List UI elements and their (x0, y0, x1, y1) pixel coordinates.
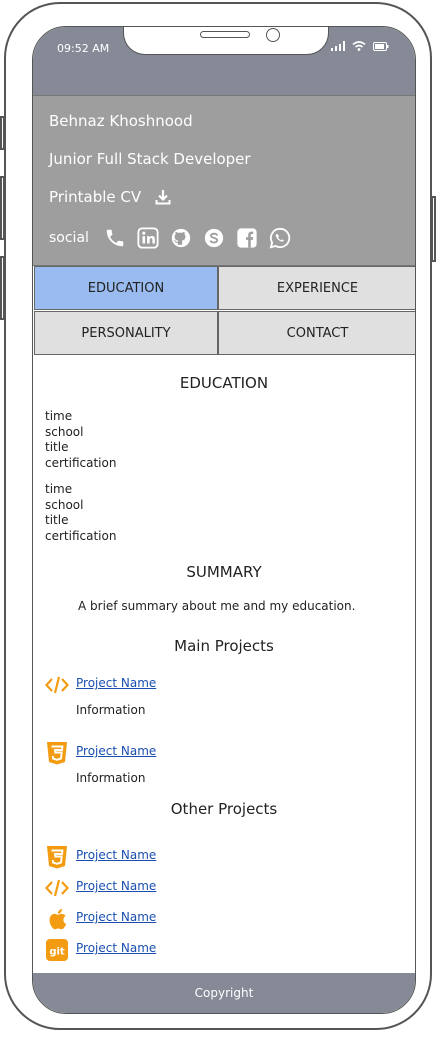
entry-school: school (45, 424, 84, 439)
status-time: 09:52 AM (57, 42, 110, 55)
status-bar: 09:52 AM (33, 27, 415, 95)
phone-icon[interactable] (103, 226, 127, 250)
project-info: Information (76, 703, 146, 717)
printable-cv-link[interactable]: Printable CV (49, 188, 171, 206)
entry-title: title (45, 440, 69, 454)
git-icon: git (45, 938, 69, 962)
github-icon[interactable] (169, 226, 193, 250)
project-link[interactable]: Project Name (76, 744, 156, 758)
summary-title: SUMMARY (186, 563, 262, 581)
entry-certification: certification (45, 528, 117, 543)
education-title: EDUCATION (179, 374, 269, 392)
whatsapp-icon[interactable] (268, 226, 292, 250)
speaker (200, 31, 250, 38)
tab-experience[interactable]: EXPERIENCE (218, 266, 415, 310)
tab-personality[interactable]: PERSONALITY (34, 311, 218, 355)
tab-education[interactable]: EDUCATION (34, 266, 218, 310)
profile-header: Behnaz Khoshnood Junior Full Stack Devel… (33, 95, 415, 266)
education-entry: time school title certification (45, 482, 116, 544)
printable-cv-label: Printable CV (49, 188, 142, 206)
summary-text: A brief summary about me and my educatio… (78, 599, 356, 613)
profile-role: Junior Full Stack Developer (49, 150, 251, 168)
education-entry: time school title certification (45, 409, 116, 471)
tab-contact[interactable]: CONTACT (218, 311, 415, 355)
social-row: social (49, 226, 301, 250)
css3-icon (45, 741, 69, 765)
entry-time: time (45, 482, 73, 496)
project-link[interactable]: Project Name (76, 848, 156, 862)
phone-frame: 09:52 AM Behnaz Khoshnood Junior Full St… (4, 2, 432, 1030)
entry-school: school (45, 497, 84, 512)
facebook-icon[interactable] (235, 226, 259, 250)
copyright-text: Copyright (194, 986, 254, 1000)
svg-text:git: git (49, 947, 65, 958)
project-link[interactable]: Project Name (76, 941, 156, 955)
apple-icon (45, 907, 69, 931)
skype-icon[interactable] (202, 226, 226, 250)
signal-icon (331, 41, 345, 51)
battery-icon (373, 41, 389, 51)
download-icon (155, 190, 171, 205)
project-link[interactable]: Project Name (76, 879, 156, 893)
other-projects-title: Other Projects (170, 800, 278, 818)
code-icon (45, 876, 69, 900)
front-camera (266, 28, 280, 42)
project-link[interactable]: Project Name (76, 910, 156, 924)
phone-screen: 09:52 AM Behnaz Khoshnood Junior Full St… (32, 26, 416, 1014)
main-projects-title: Main Projects (174, 637, 274, 655)
social-label: social (49, 230, 89, 246)
linkedin-icon[interactable] (136, 226, 160, 250)
entry-time: time (45, 409, 73, 423)
project-info: Information (76, 771, 146, 785)
entry-certification: certification (45, 455, 117, 470)
code-icon (45, 673, 69, 697)
profile-name: Behnaz Khoshnood (49, 112, 193, 130)
status-icons (331, 41, 389, 51)
wifi-icon (352, 41, 366, 51)
notch (123, 27, 329, 55)
css3-icon (45, 845, 69, 869)
project-link[interactable]: Project Name (76, 676, 156, 690)
footer: Copyright (33, 973, 415, 1013)
entry-title: title (45, 513, 69, 527)
